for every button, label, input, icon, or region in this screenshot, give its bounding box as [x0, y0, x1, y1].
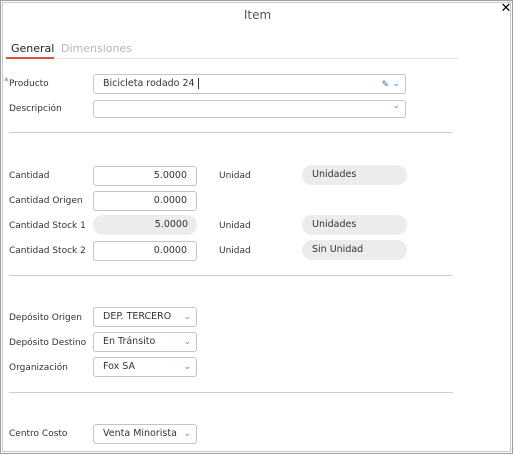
tab-divider [54, 58, 458, 59]
unidad-value: Unidades [302, 215, 407, 235]
producto-value: Bicicleta rodado 24 [103, 78, 195, 89]
section-divider [9, 275, 453, 276]
producto-label: Producto [9, 79, 49, 89]
centro-costo-select[interactable]: Venta Minorista ⌄ [93, 424, 197, 444]
cantidad-origen-field[interactable]: 0.0000 [93, 191, 197, 211]
unidad-label: Unidad [219, 221, 251, 231]
section-divider [9, 132, 453, 133]
deposito-destino-value: En Tránsito [103, 336, 156, 347]
cantidad-origen-label: Cantidad Origen [9, 196, 83, 206]
section-divider [9, 392, 453, 393]
dialog-title: Item [243, 8, 272, 22]
deposito-origen-value: DEP. TERCERO [103, 311, 172, 322]
organizacion-label: Organización [9, 363, 68, 373]
deposito-origen-select[interactable]: DEP. TERCERO ⌄ [93, 307, 197, 327]
deposito-destino-label: Depósito Destino [9, 338, 87, 348]
unidad-value: Unidades [302, 165, 407, 185]
cantidad-stock2-field[interactable]: 0.0000 [93, 241, 197, 261]
close-icon[interactable]: ✕ [500, 2, 512, 15]
descripcion-field[interactable]: ⌄ [93, 100, 406, 118]
cantidad-field[interactable]: 5.0000 [93, 166, 197, 186]
cantidad-stock1-value: 5.0000 [93, 215, 197, 235]
tab-dimensiones[interactable]: Dimensiones [61, 42, 132, 55]
active-tab-indicator [6, 57, 54, 59]
organizacion-select[interactable]: Fox SA ⌄ [93, 357, 197, 377]
deposito-destino-select[interactable]: En Tránsito ⌄ [93, 332, 197, 352]
pencil-icon[interactable]: ✎ [381, 76, 389, 94]
chevron-down-icon[interactable]: ⌄ [183, 308, 191, 326]
text-cursor [197, 78, 199, 89]
chevron-down-icon[interactable]: ⌄ [183, 333, 191, 351]
deposito-origen-label: Depósito Origen [9, 313, 83, 323]
centro-costo-label: Centro Costo [9, 429, 68, 439]
centro-costo-value: Venta Minorista [103, 428, 177, 439]
chevron-down-icon[interactable]: ⌄ [392, 75, 400, 93]
chevron-down-icon[interactable]: ⌄ [392, 98, 400, 115]
cantidad-label: Cantidad [9, 171, 50, 181]
chevron-down-icon[interactable]: ⌄ [183, 358, 191, 376]
unidad-label: Unidad [219, 246, 251, 256]
unidad-label: Unidad [219, 171, 251, 181]
organizacion-value: Fox SA [103, 361, 135, 372]
unidad-value: Sin Unidad [302, 240, 407, 260]
cantidad-stock1-label: Cantidad Stock 1 [9, 221, 86, 231]
descripcion-label: Descripción [9, 104, 62, 114]
producto-field[interactable]: Bicicleta rodado 24 ✎ ⌄ [93, 74, 406, 94]
required-indicator: * [4, 77, 9, 87]
cantidad-stock2-label: Cantidad Stock 2 [9, 246, 86, 256]
tab-general[interactable]: General [11, 42, 54, 55]
chevron-down-icon[interactable]: ⌄ [183, 425, 191, 443]
